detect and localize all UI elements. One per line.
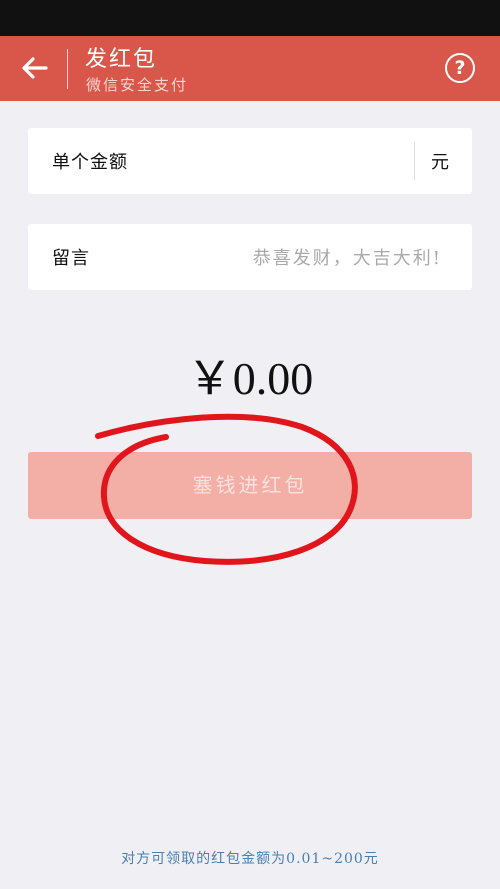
app-header: 发红包 微信安全支付 ?: [0, 36, 500, 101]
footer-note: 对方可领取的红包金额为0.01~200元: [121, 851, 379, 867]
help-icon[interactable]: ?: [445, 53, 475, 83]
amount-input[interactable]: [178, 146, 404, 178]
message-label: 留言: [52, 248, 90, 269]
message-input[interactable]: [138, 242, 444, 274]
amount-unit: 元: [431, 152, 449, 173]
amount-field[interactable]: 单个金额 元: [28, 128, 472, 194]
total-amount: ￥0.00: [186, 353, 314, 404]
message-field[interactable]: 留言: [28, 224, 472, 290]
send-red-packet-button[interactable]: 塞钱进红包: [28, 452, 472, 519]
page-title: 发红包: [85, 47, 158, 72]
page-subtitle: 微信安全支付: [86, 76, 189, 94]
header-divider: [67, 49, 68, 89]
amount-label: 单个金额: [52, 152, 128, 173]
status-bar: [0, 0, 500, 36]
back-arrow-icon[interactable]: [16, 49, 54, 87]
amount-divider: [414, 142, 415, 180]
